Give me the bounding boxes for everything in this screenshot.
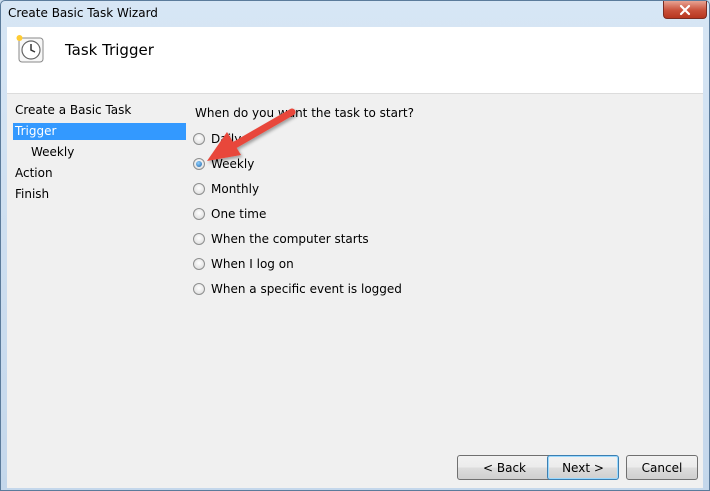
- cancel-button[interactable]: Cancel: [626, 455, 698, 480]
- nav-item-trigger[interactable]: Trigger: [13, 123, 186, 140]
- option-one-time[interactable]: One time: [193, 205, 266, 223]
- clock-icon: [16, 35, 44, 63]
- option-monthly[interactable]: Monthly: [193, 180, 259, 198]
- close-button[interactable]: [663, 1, 707, 19]
- next-button[interactable]: Next >: [547, 455, 619, 480]
- option-daily[interactable]: Daily: [193, 130, 241, 148]
- option-event-logged[interactable]: When a specific event is logged: [193, 280, 402, 298]
- nav-item-finish[interactable]: Finish: [13, 186, 186, 203]
- nav-item-create-basic-task[interactable]: Create a Basic Task: [13, 102, 186, 119]
- option-weekly[interactable]: Weekly: [193, 155, 254, 173]
- radio-computer-starts[interactable]: [193, 233, 205, 245]
- option-computer-starts[interactable]: When the computer starts: [193, 230, 369, 248]
- wizard-steps-nav: Create a Basic Task Trigger Weekly Actio…: [7, 94, 192, 452]
- nav-item-weekly[interactable]: Weekly: [13, 144, 186, 161]
- radio-log-on[interactable]: [193, 258, 205, 270]
- back-button[interactable]: < Back: [457, 455, 552, 480]
- close-icon: [679, 4, 691, 15]
- trigger-question: When do you want the task to start?: [195, 106, 414, 120]
- option-log-on[interactable]: When I log on: [193, 255, 294, 273]
- wizard-header: Task Trigger: [7, 27, 703, 94]
- nav-item-action[interactable]: Action: [13, 165, 186, 182]
- title-bar[interactable]: Create Basic Task Wizard: [1, 1, 709, 27]
- radio-weekly[interactable]: [193, 158, 205, 170]
- radio-one-time[interactable]: [193, 208, 205, 220]
- wizard-footer: < Back Next > Cancel: [7, 452, 703, 488]
- radio-event-logged[interactable]: [193, 283, 205, 295]
- wizard-content: Create a Basic Task Trigger Weekly Actio…: [7, 94, 703, 452]
- page-title: Task Trigger: [65, 41, 154, 59]
- radio-daily[interactable]: [193, 133, 205, 145]
- window-title: Create Basic Task Wizard: [8, 6, 158, 20]
- wizard-window: Create Basic Task Wizard Task Trigger Cr…: [0, 0, 710, 491]
- radio-monthly[interactable]: [193, 183, 205, 195]
